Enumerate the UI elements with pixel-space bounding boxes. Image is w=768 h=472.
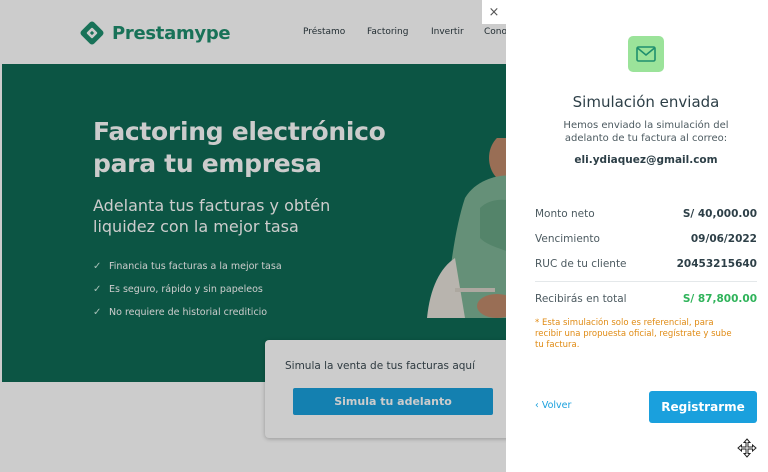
back-label: Volver <box>541 400 572 411</box>
chevron-left-icon: ‹ <box>535 400 542 411</box>
client-ruc-label: RUC de tu cliente <box>535 258 627 270</box>
close-modal-button[interactable]: × <box>482 0 506 24</box>
disclaimer-line3: tu factura. <box>535 340 580 350</box>
modal-description-line1: Hemos enviado la simulación del <box>563 120 729 131</box>
disclaimer-line2: recibir una propuesta oficial, regístrat… <box>535 329 732 339</box>
disclaimer-line1: * Esta simulación solo es referencial, p… <box>535 318 714 328</box>
disclaimer-note: * Esta simulación solo es referencial, p… <box>535 318 759 351</box>
modal-title: Simulación enviada <box>572 93 720 111</box>
mail-icon <box>636 46 656 62</box>
summary-divider <box>535 281 757 282</box>
total-label: Recibirás en total <box>535 293 627 305</box>
close-icon: × <box>488 4 500 20</box>
modal-description-line2: adelanto de tu factura al correo: <box>564 133 728 144</box>
client-ruc-value: 20453215640 <box>676 258 757 270</box>
modal-description: Hemos enviado la simulación del adelanto… <box>506 119 768 145</box>
due-date-label: Vencimiento <box>535 233 600 245</box>
mail-icon-badge <box>628 36 664 72</box>
back-link[interactable]: ‹ Volver <box>535 400 571 411</box>
recipient-email: eli.ydiaquez@gmail.com <box>574 154 718 166</box>
net-amount-label: Monto neto <box>535 208 595 220</box>
total-value: S/ 87,800.00 <box>682 293 757 305</box>
move-cursor-icon <box>737 438 757 458</box>
register-button[interactable]: Registrarme <box>649 391 757 423</box>
net-amount-value: S/ 40,000.00 <box>682 208 757 220</box>
due-date-value: 09/06/2022 <box>690 233 757 245</box>
